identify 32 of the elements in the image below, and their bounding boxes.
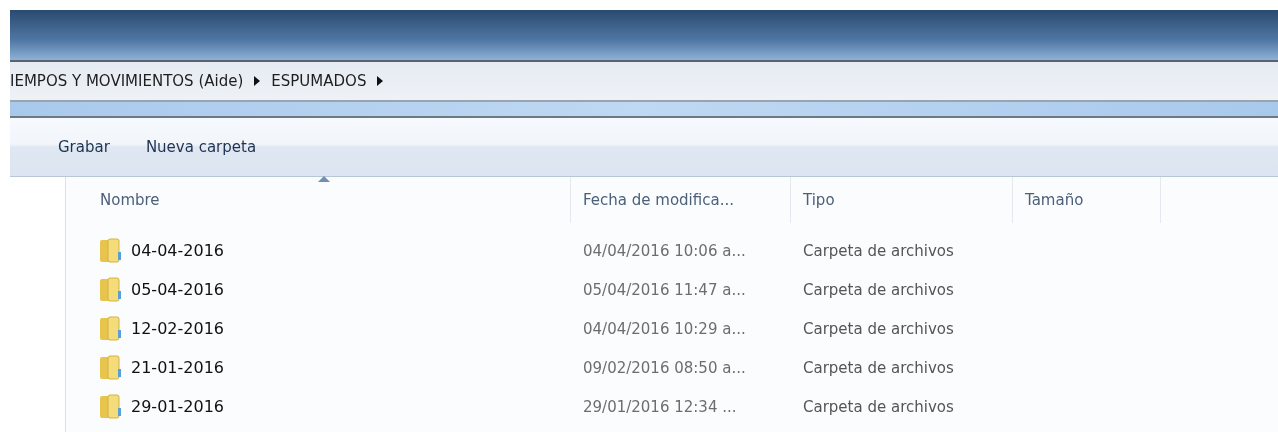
file-type: Carpeta de archivos xyxy=(802,280,955,299)
address-bar[interactable]: IEMPOS Y MOVIMIENTOS (Aide) ESPUMADOS xyxy=(10,60,1278,102)
column-header[interactable]: Tipo xyxy=(791,177,1013,223)
chevron-icon[interactable] xyxy=(253,76,262,86)
file-type: Carpeta de archivos xyxy=(802,358,955,377)
sort-ascending-icon xyxy=(318,175,330,182)
column-header[interactable]: Fecha de modifica... xyxy=(571,177,791,223)
folder-icon xyxy=(99,315,123,342)
date-modified: 29/01/2016 12:34 ... xyxy=(582,397,738,416)
file-type: Carpeta de archivos xyxy=(802,397,955,416)
date-modified: 04/04/2016 10:29 a... xyxy=(582,319,747,338)
column-header[interactable]: Tamaño xyxy=(1013,177,1161,223)
chevron-icon[interactable] xyxy=(376,76,385,86)
folder-icon xyxy=(99,354,123,381)
folder-icon xyxy=(99,276,123,303)
breadcrumb-item[interactable]: ESPUMADOS xyxy=(271,72,367,90)
date-modified: 09/02/2016 08:50 a... xyxy=(582,358,747,377)
folder-name[interactable]: 04-04-2016 xyxy=(131,241,224,260)
folder-icon xyxy=(99,237,123,264)
date-modified: 05/04/2016 11:47 a... xyxy=(582,280,747,299)
breadcrumb-item[interactable]: IEMPOS Y MOVIMIENTOS (Aide) xyxy=(10,72,244,90)
column-header[interactable]: Nombre xyxy=(66,177,571,223)
file-type: Carpeta de archivos xyxy=(802,319,955,338)
date-modified: 04/04/2016 10:06 a... xyxy=(582,241,747,260)
toolbar-button[interactable]: Nueva carpeta xyxy=(140,134,262,160)
folder-name[interactable]: 05-04-2016 xyxy=(131,280,224,299)
folder-icon xyxy=(99,393,123,420)
toolbar-button[interactable]: Grabar xyxy=(53,134,115,160)
file-type: Carpeta de archivos xyxy=(802,241,955,260)
folder-name[interactable]: 21-01-2016 xyxy=(131,358,224,377)
folder-name[interactable]: 29-01-2016 xyxy=(131,397,224,416)
folder-name[interactable]: 12-02-2016 xyxy=(131,319,224,338)
